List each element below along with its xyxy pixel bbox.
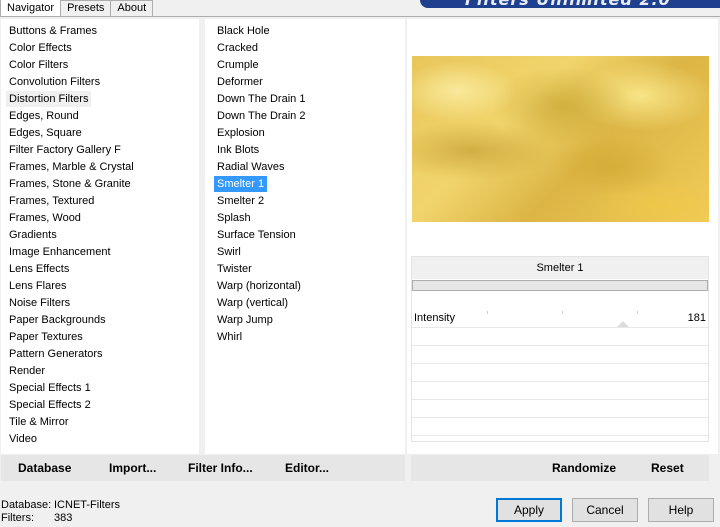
slider-thumb-icon[interactable] xyxy=(617,321,629,327)
randomize-link[interactable]: Randomize xyxy=(552,461,616,475)
tab-navigator[interactable]: Navigator xyxy=(0,0,62,16)
filter-item[interactable]: Surface Tension xyxy=(214,227,299,243)
banner-text: Filters Unlimited 2.0 xyxy=(465,0,671,8)
preview-image xyxy=(412,56,709,222)
param-row-intensity[interactable]: Intensity 181 xyxy=(412,311,708,328)
category-item[interactable]: Frames, Wood xyxy=(6,210,84,226)
category-item[interactable]: Video xyxy=(6,431,40,447)
filters-count-label: Filters: xyxy=(1,512,34,524)
category-list[interactable]: Buttons & Frames Color Effects Color Filte… xyxy=(1,19,199,454)
param-label: Intensity xyxy=(414,312,455,324)
param-row-empty xyxy=(412,419,708,436)
database-value: ICNET-Filters xyxy=(54,499,120,511)
category-item[interactable]: Noise Filters xyxy=(6,295,73,311)
category-item[interactable]: Filter Factory Gallery F xyxy=(6,142,124,158)
filter-item[interactable]: Crumple xyxy=(214,57,262,73)
category-item[interactable]: Frames, Marble & Crystal xyxy=(6,159,137,175)
category-item[interactable]: Distortion Filters xyxy=(6,91,92,107)
filter-item[interactable]: Ink Blots xyxy=(214,142,262,158)
param-row-empty xyxy=(412,365,708,382)
slider-tick xyxy=(487,311,488,314)
tab-strip: Navigator Presets About xyxy=(0,0,154,17)
tab-about[interactable]: About xyxy=(110,0,154,16)
category-item[interactable]: Paper Backgrounds xyxy=(6,312,109,328)
filter-item[interactable]: Down The Drain 1 xyxy=(214,91,308,107)
filter-item[interactable]: Black Hole xyxy=(214,23,273,39)
app-banner-logo: Filters Unlimited 2.0 xyxy=(420,0,720,8)
category-item[interactable]: Edges, Square xyxy=(6,125,85,141)
category-item[interactable]: Frames, Textured xyxy=(6,193,97,209)
slider-tick xyxy=(637,311,638,314)
category-item[interactable]: Lens Effects xyxy=(6,261,72,277)
param-row-empty xyxy=(412,401,708,418)
parameter-panel: Smelter 1 Intensity 181 xyxy=(411,256,709,442)
param-row-empty xyxy=(412,383,708,400)
filters-count-value: 383 xyxy=(54,512,73,524)
filter-item[interactable]: Smelter 1 xyxy=(214,176,268,192)
apply-button[interactable]: Apply xyxy=(496,498,562,522)
category-item[interactable]: Buttons & Frames xyxy=(6,23,100,39)
filter-item[interactable]: Radial Waves xyxy=(214,159,287,175)
help-button[interactable]: Help xyxy=(648,498,714,522)
category-item[interactable]: Pattern Generators xyxy=(6,346,106,362)
database-toolbar: Database Import... Filter Info... Editor… xyxy=(1,455,405,481)
filter-item[interactable]: Splash xyxy=(214,210,254,226)
param-row-empty xyxy=(412,329,708,346)
category-item[interactable]: Edges, Round xyxy=(6,108,82,124)
param-value: 181 xyxy=(687,312,706,324)
filter-item[interactable]: Explosion xyxy=(214,125,268,141)
filter-item[interactable]: Down The Drain 2 xyxy=(214,108,308,124)
database-link[interactable]: Database xyxy=(18,461,71,475)
filter-item[interactable]: Smelter 2 xyxy=(214,193,267,209)
category-item[interactable]: Special Effects 2 xyxy=(6,397,94,413)
parameter-toolbar: Randomize Reset xyxy=(411,455,709,481)
category-item[interactable]: Color Filters xyxy=(6,57,71,73)
filter-item[interactable]: Deformer xyxy=(214,74,266,90)
category-item[interactable]: Paper Textures xyxy=(6,329,86,345)
editor-link[interactable]: Editor... xyxy=(285,461,329,475)
category-item[interactable]: Lens Flares xyxy=(6,278,69,294)
slider-tick xyxy=(562,311,563,314)
reset-link[interactable]: Reset xyxy=(651,461,684,475)
category-item[interactable]: Special Effects 1 xyxy=(6,380,94,396)
category-item[interactable]: Render xyxy=(6,363,48,379)
category-item[interactable]: Frames, Stone & Granite xyxy=(6,176,134,192)
param-row-empty xyxy=(412,347,708,364)
database-label: Database: xyxy=(1,499,52,511)
filter-item[interactable]: Swirl xyxy=(214,244,244,260)
filter-list[interactable]: Black Hole Cracked Crumple Deformer Down The… xyxy=(205,19,405,454)
cancel-button[interactable]: Cancel xyxy=(572,498,638,522)
import-link[interactable]: Import... xyxy=(109,461,156,475)
filter-item[interactable]: Cracked xyxy=(214,40,261,56)
filter-item[interactable]: Warp Jump xyxy=(214,312,276,328)
category-item[interactable]: Tile & Mirror xyxy=(6,414,71,430)
category-item[interactable]: Gradients xyxy=(6,227,60,243)
parameter-scrollbar[interactable] xyxy=(412,280,708,291)
category-item[interactable]: Color Effects xyxy=(6,40,75,56)
tab-presets[interactable]: Presets xyxy=(60,0,112,16)
filter-item[interactable]: Warp (vertical) xyxy=(214,295,291,311)
filter-item[interactable]: Whirl xyxy=(214,329,245,345)
filter-item[interactable]: Warp (horizontal) xyxy=(214,278,304,294)
category-item[interactable]: Image Enhancement xyxy=(6,244,114,260)
parameter-title: Smelter 1 xyxy=(412,257,708,279)
filter-info-link[interactable]: Filter Info... xyxy=(188,461,253,475)
filter-item[interactable]: Twister xyxy=(214,261,255,277)
category-item[interactable]: Convolution Filters xyxy=(6,74,103,90)
